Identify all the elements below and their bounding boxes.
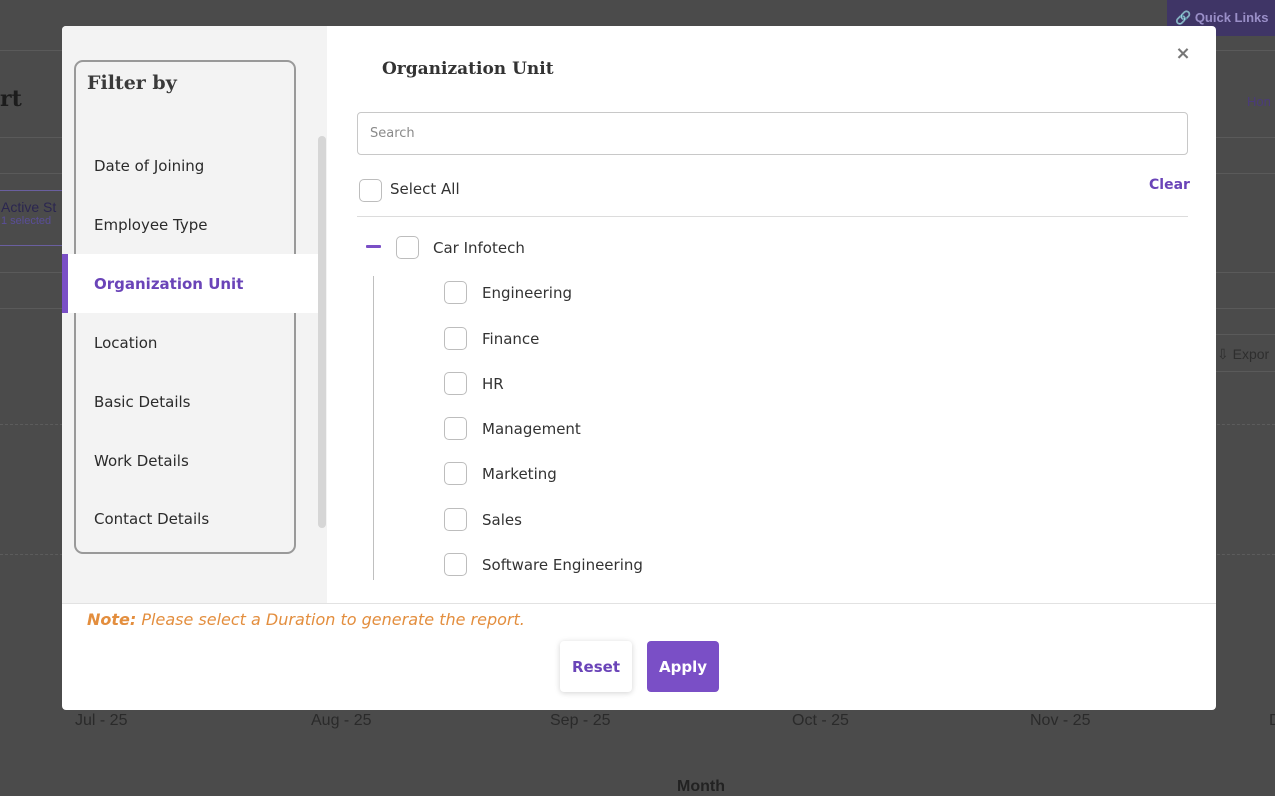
close-icon[interactable]: × (1174, 43, 1192, 65)
org-unit-checkbox[interactable] (444, 508, 467, 531)
org-root-checkbox[interactable] (396, 236, 419, 259)
sidebar-item-label: Basic Details (94, 392, 191, 411)
download-icon: ⇩ (1217, 346, 1233, 362)
sidebar-item-label: Organization Unit (94, 274, 244, 293)
sidebar-item-location[interactable]: Location (62, 313, 319, 372)
sidebar-item-contact-details[interactable]: Contact Details (62, 489, 319, 548)
org-unit-label: Finance (482, 330, 540, 348)
x-axis-tick: D (1269, 712, 1275, 729)
sidebar-item-basic-details[interactable]: Basic Details (62, 372, 319, 431)
sidebar-item-employee-type[interactable]: Employee Type (62, 195, 319, 254)
sidebar-item-label: Work Details (94, 451, 189, 470)
org-unit-label: Sales (482, 511, 522, 529)
org-unit-checkbox[interactable] (444, 462, 467, 485)
divider (357, 216, 1188, 217)
duration-note: Note: Please select a Duration to genera… (87, 610, 525, 629)
sidebar-item-label: Contact Details (94, 509, 210, 528)
sidebar-item-organization-unit[interactable]: Organization Unit (62, 254, 319, 313)
sidebar-title: Filter by (87, 72, 177, 94)
x-axis-tick: Nov - 25 (1030, 712, 1091, 729)
x-axis-tick: Sep - 25 (550, 712, 611, 729)
sidebar-item-label: Employee Type (94, 215, 208, 234)
quick-links-label: Quick Links (1194, 10, 1269, 25)
reset-button[interactable]: Reset (560, 641, 632, 692)
x-axis-title: Month (677, 778, 725, 795)
export-button[interactable]: ⇩ Expor (1210, 334, 1275, 372)
org-unit-label: HR (482, 375, 504, 393)
org-unit-checkbox[interactable] (444, 327, 467, 350)
search-input[interactable] (357, 112, 1188, 155)
link-icon: 🔗 (1175, 10, 1195, 25)
clear-link[interactable]: Clear (1149, 177, 1190, 193)
collapse-icon[interactable] (366, 245, 381, 248)
sidebar-item-date-of-joining[interactable]: Date of Joining (62, 136, 319, 195)
note-text: Please select a Duration to generate the… (141, 610, 525, 629)
sidebar-scrollbar[interactable] (318, 136, 326, 528)
export-label: Expor (1232, 346, 1270, 362)
org-unit-checkbox[interactable] (444, 417, 467, 440)
org-unit-label: Management (482, 420, 581, 438)
footer-divider (62, 603, 1216, 604)
note-label: Note: (87, 610, 137, 629)
sidebar-item-label: Date of Joining (94, 156, 205, 175)
org-unit-checkbox[interactable] (444, 553, 467, 576)
filter-modal: Filter by Date of Joining Employee Type … (62, 26, 1216, 710)
breadcrumb-home[interactable]: Hon (1247, 94, 1271, 109)
x-axis-tick: Oct - 25 (792, 712, 849, 729)
org-unit-checkbox[interactable] (444, 372, 467, 395)
sidebar-item-work-details[interactable]: Work Details (62, 431, 319, 490)
org-unit-checkbox[interactable] (444, 281, 467, 304)
apply-button[interactable]: Apply (647, 641, 719, 692)
select-all-checkbox[interactable] (359, 179, 382, 202)
page-title: rt (0, 86, 22, 112)
x-axis-tick: Jul - 25 (75, 712, 128, 729)
select-all-label: Select All (390, 180, 460, 198)
active-status-count: 1 selected (1, 215, 52, 227)
sidebar-item-label: Location (94, 333, 158, 352)
panel-title: Organization Unit (382, 59, 554, 79)
active-status-label: Active St (1, 199, 57, 215)
tree-connector (373, 276, 374, 580)
filter-sidebar: Filter by Date of Joining Employee Type … (62, 26, 327, 603)
active-status-filter[interactable]: Active St 1 selected (0, 190, 66, 246)
org-unit-label: Engineering (482, 284, 572, 302)
org-root-label: Car Infotech (433, 239, 525, 257)
org-unit-label: Software Engineering (482, 556, 643, 574)
x-axis-tick: Aug - 25 (311, 712, 372, 729)
org-unit-label: Marketing (482, 465, 557, 483)
